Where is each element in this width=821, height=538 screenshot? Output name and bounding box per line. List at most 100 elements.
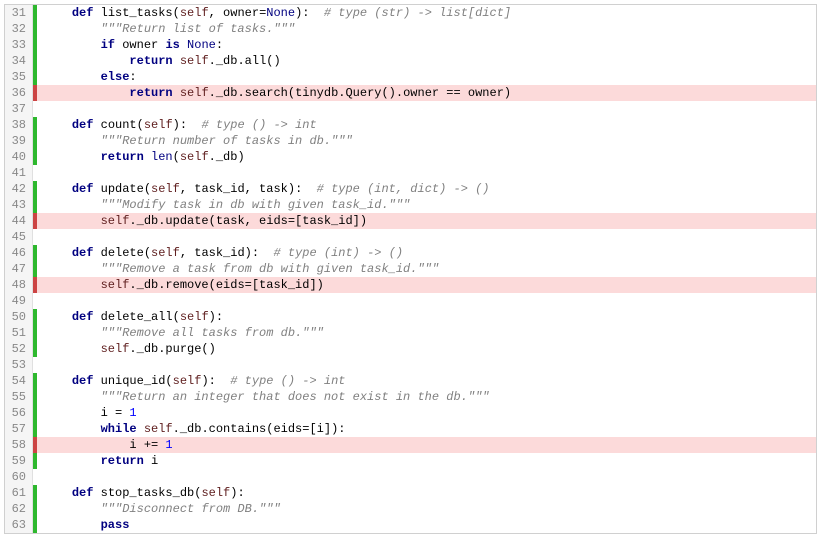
code-content[interactable]: return self._db.search(tinydb.Query().ow… — [37, 85, 816, 101]
code-line[interactable]: 61 def stop_tasks_db(self): — [5, 485, 816, 501]
code-line[interactable]: 33 if owner is None: — [5, 37, 816, 53]
code-content[interactable]: self._db.purge() — [37, 341, 816, 357]
code-line[interactable]: 53 — [5, 357, 816, 373]
line-number: 36 — [5, 85, 33, 101]
line-number: 35 — [5, 69, 33, 85]
code-line[interactable]: 40 return len(self._db) — [5, 149, 816, 165]
code-content[interactable]: return self._db.all() — [37, 53, 816, 69]
code-content[interactable]: def list_tasks(self, owner=None): # type… — [37, 5, 816, 21]
code-line[interactable]: 54 def unique_id(self): # type () -> int — [5, 373, 816, 389]
line-number: 57 — [5, 421, 33, 437]
code-line[interactable]: 50 def delete_all(self): — [5, 309, 816, 325]
code-line[interactable]: 41 — [5, 165, 816, 181]
code-line[interactable]: 48 self._db.remove(eids=[task_id]) — [5, 277, 816, 293]
line-number: 60 — [5, 469, 33, 485]
code-line[interactable]: 52 self._db.purge() — [5, 341, 816, 357]
line-number: 44 — [5, 213, 33, 229]
code-content[interactable]: """Return list of tasks.""" — [37, 21, 816, 37]
code-content[interactable]: self._db.update(task, eids=[task_id]) — [37, 213, 816, 229]
code-content[interactable] — [37, 101, 816, 117]
code-content[interactable] — [37, 229, 816, 245]
line-number: 51 — [5, 325, 33, 341]
line-number: 62 — [5, 501, 33, 517]
line-number: 54 — [5, 373, 33, 389]
code-content[interactable]: """Return an integer that does not exist… — [37, 389, 816, 405]
code-line[interactable]: 47 """Remove a task from db with given t… — [5, 261, 816, 277]
code-content[interactable]: def unique_id(self): # type () -> int — [37, 373, 816, 389]
code-line[interactable]: 55 """Return an integer that does not ex… — [5, 389, 816, 405]
code-content[interactable] — [37, 293, 816, 309]
code-content[interactable]: """Remove a task from db with given task… — [37, 261, 816, 277]
code-line[interactable]: 31 def list_tasks(self, owner=None): # t… — [5, 5, 816, 21]
line-number: 49 — [5, 293, 33, 309]
code-line[interactable]: 49 — [5, 293, 816, 309]
code-content[interactable]: pass — [37, 517, 816, 533]
code-content[interactable]: else: — [37, 69, 816, 85]
code-content[interactable]: return len(self._db) — [37, 149, 816, 165]
line-number: 53 — [5, 357, 33, 373]
code-content[interactable]: def delete_all(self): — [37, 309, 816, 325]
line-number: 47 — [5, 261, 33, 277]
code-content[interactable] — [37, 165, 816, 181]
code-line[interactable]: 34 return self._db.all() — [5, 53, 816, 69]
line-number: 32 — [5, 21, 33, 37]
line-number: 50 — [5, 309, 33, 325]
code-line[interactable]: 56 i = 1 — [5, 405, 816, 421]
line-number: 31 — [5, 5, 33, 21]
code-line[interactable]: 32 """Return list of tasks.""" — [5, 21, 816, 37]
code-line[interactable]: 43 """Modify task in db with given task_… — [5, 197, 816, 213]
line-number: 37 — [5, 101, 33, 117]
code-line[interactable]: 42 def update(self, task_id, task): # ty… — [5, 181, 816, 197]
code-content[interactable]: def stop_tasks_db(self): — [37, 485, 816, 501]
code-line[interactable]: 62 """Disconnect from DB.""" — [5, 501, 816, 517]
line-number: 58 — [5, 437, 33, 453]
code-line[interactable]: 46 def delete(self, task_id): # type (in… — [5, 245, 816, 261]
code-content[interactable]: """Return number of tasks in db.""" — [37, 133, 816, 149]
code-line[interactable]: 36 return self._db.search(tinydb.Query()… — [5, 85, 816, 101]
code-content[interactable]: while self._db.contains(eids=[i]): — [37, 421, 816, 437]
code-content[interactable]: if owner is None: — [37, 37, 816, 53]
line-number: 33 — [5, 37, 33, 53]
line-number: 55 — [5, 389, 33, 405]
code-line[interactable]: 59 return i — [5, 453, 816, 469]
code-content[interactable]: def count(self): # type () -> int — [37, 117, 816, 133]
code-content[interactable] — [37, 357, 816, 373]
code-content[interactable]: self._db.remove(eids=[task_id]) — [37, 277, 816, 293]
line-number: 59 — [5, 453, 33, 469]
code-line[interactable]: 37 — [5, 101, 816, 117]
line-number: 40 — [5, 149, 33, 165]
line-number: 52 — [5, 341, 33, 357]
line-number: 61 — [5, 485, 33, 501]
line-number: 46 — [5, 245, 33, 261]
code-content[interactable]: return i — [37, 453, 816, 469]
code-content[interactable]: """Remove all tasks from db.""" — [37, 325, 816, 341]
code-content[interactable]: """Modify task in db with given task_id.… — [37, 197, 816, 213]
line-number: 48 — [5, 277, 33, 293]
line-number: 42 — [5, 181, 33, 197]
code-editor[interactable]: 31 def list_tasks(self, owner=None): # t… — [4, 4, 817, 534]
code-line[interactable]: 44 self._db.update(task, eids=[task_id]) — [5, 213, 816, 229]
code-content[interactable] — [37, 469, 816, 485]
code-line[interactable]: 63 pass — [5, 517, 816, 533]
line-number: 63 — [5, 517, 33, 533]
code-line[interactable]: 60 — [5, 469, 816, 485]
line-number: 43 — [5, 197, 33, 213]
code-line[interactable]: 58 i += 1 — [5, 437, 816, 453]
code-content[interactable]: """Disconnect from DB.""" — [37, 501, 816, 517]
code-content[interactable]: def delete(self, task_id): # type (int) … — [37, 245, 816, 261]
line-number: 41 — [5, 165, 33, 181]
code-line[interactable]: 45 — [5, 229, 816, 245]
code-line[interactable]: 57 while self._db.contains(eids=[i]): — [5, 421, 816, 437]
line-number: 56 — [5, 405, 33, 421]
code-content[interactable]: def update(self, task_id, task): # type … — [37, 181, 816, 197]
line-number: 39 — [5, 133, 33, 149]
line-number: 45 — [5, 229, 33, 245]
code-content[interactable]: i = 1 — [37, 405, 816, 421]
code-line[interactable]: 39 """Return number of tasks in db.""" — [5, 133, 816, 149]
code-line[interactable]: 51 """Remove all tasks from db.""" — [5, 325, 816, 341]
code-line[interactable]: 38 def count(self): # type () -> int — [5, 117, 816, 133]
line-number: 34 — [5, 53, 33, 69]
code-content[interactable]: i += 1 — [37, 437, 816, 453]
code-line[interactable]: 35 else: — [5, 69, 816, 85]
line-number: 38 — [5, 117, 33, 133]
